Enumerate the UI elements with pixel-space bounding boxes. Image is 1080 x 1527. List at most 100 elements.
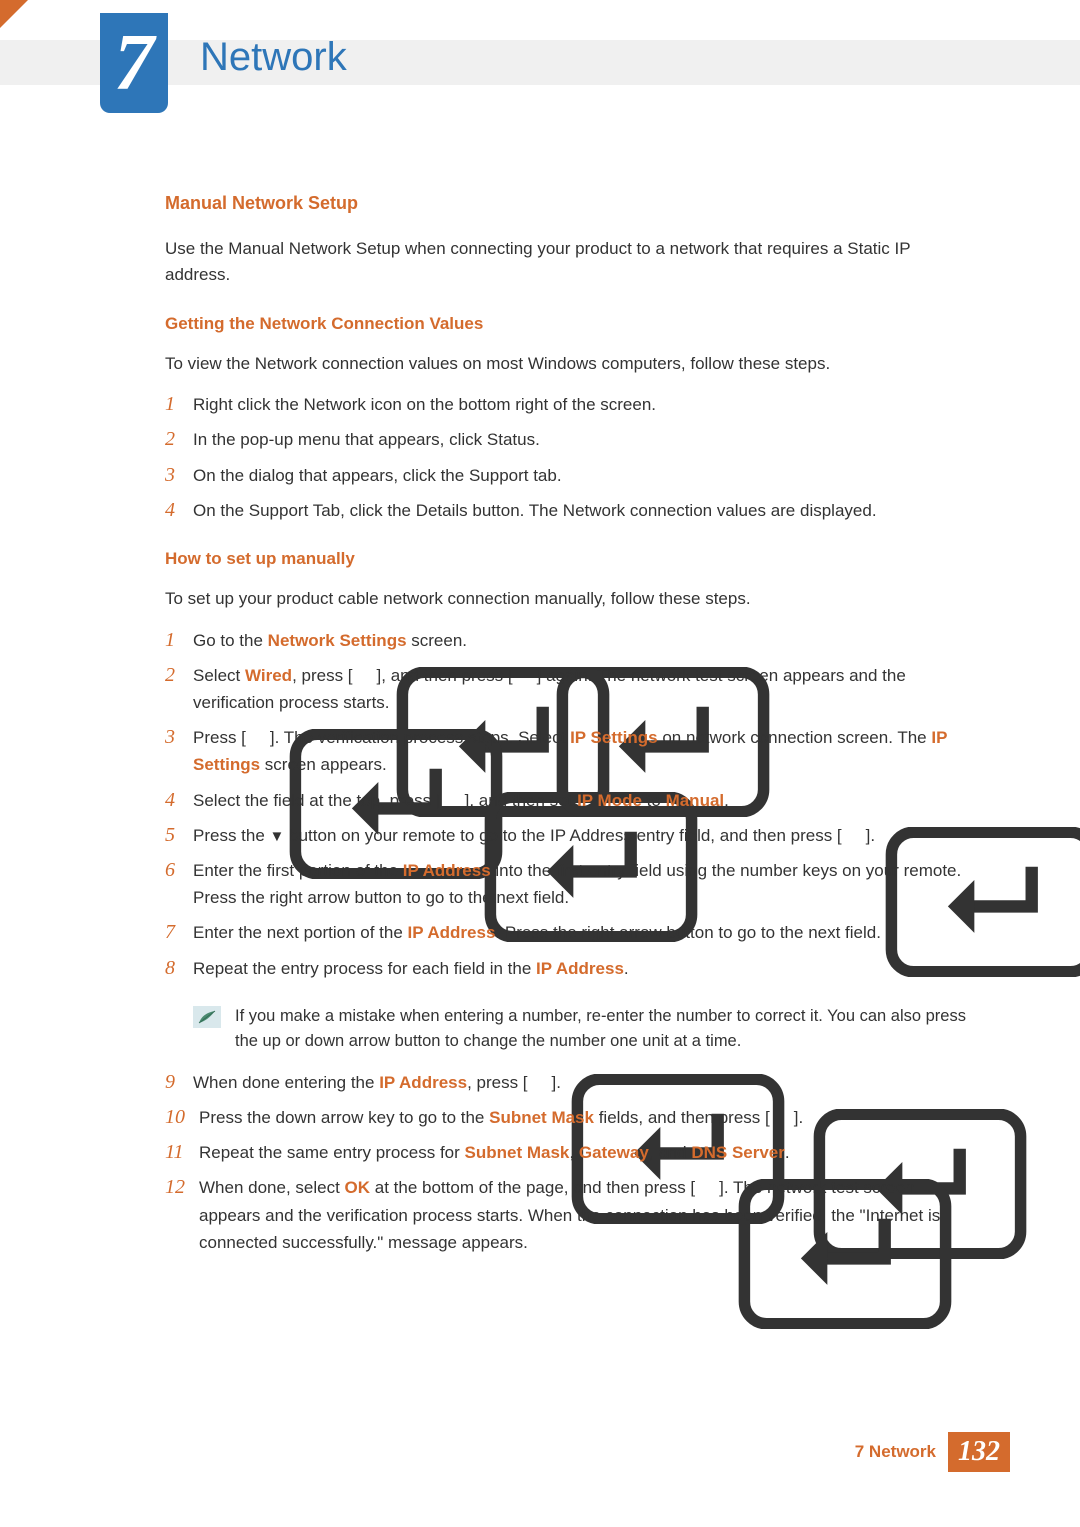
step-text: Press the down arrow key to go to the Su… <box>199 1104 975 1131</box>
t: screen appears. <box>260 755 387 774</box>
enter-icon <box>770 1109 794 1126</box>
step-item: 7 Enter the next portion of the IP Addre… <box>165 919 975 946</box>
step-item: 5 Press the ▼ button on your remote to g… <box>165 822 975 849</box>
step-text: Select the field at the top, press [ ], a… <box>193 787 975 814</box>
step-text: Go to the Network Settings screen. <box>193 627 975 654</box>
step-number: 3 <box>165 462 193 488</box>
subsection-intro: To view the Network connection values on… <box>165 351 975 377</box>
step-item: 3 On the dialog that appears, click the … <box>165 462 975 489</box>
step-number: 6 <box>165 857 193 883</box>
step-text: When done, select OK at the bottom of th… <box>199 1174 975 1256</box>
section-heading: Manual Network Setup <box>165 190 975 218</box>
step-item: 1 Right click the Network icon on the bo… <box>165 391 975 418</box>
step-number: 7 <box>165 919 193 945</box>
step-item: 1 Go to the Network Settings screen. <box>165 627 975 654</box>
highlight: IP Address <box>536 959 624 978</box>
corner-decoration <box>0 0 28 28</box>
t: . <box>785 1143 790 1162</box>
down-arrow-symbol: ▼ <box>270 828 285 845</box>
step-text: Press the ▼ button on your remote to go … <box>193 822 975 849</box>
note-text: If you make a mistake when entering a nu… <box>235 1004 975 1055</box>
enter-icon <box>842 827 866 844</box>
t: ]. The verification process stops. Selec… <box>270 728 570 747</box>
t: , and <box>649 1143 692 1162</box>
t: , <box>569 1143 578 1162</box>
highlight: IP Address <box>379 1073 467 1092</box>
step-number: 1 <box>165 627 193 653</box>
footer-chapter-label: 7 Network <box>855 1442 936 1462</box>
highlight: Wired <box>245 666 292 685</box>
subsection-intro: To set up your product cable network con… <box>165 586 975 612</box>
enter-icon <box>441 792 465 809</box>
steps-list: 1 Go to the Network Settings screen. 2 S… <box>165 627 975 982</box>
footer-page-number: 132 <box>948 1432 1010 1472</box>
t: , press [ <box>467 1073 527 1092</box>
chapter-title: Network <box>200 35 347 80</box>
t: When done, select <box>199 1178 345 1197</box>
t: . Press the right arrow button to go to … <box>495 923 881 942</box>
step-number: 11 <box>165 1139 199 1165</box>
step-text: Enter the next portion of the IP Address… <box>193 919 975 946</box>
t: ], and then set <box>465 791 577 810</box>
step-number: 2 <box>165 662 193 688</box>
step-text: Select Wired, press [ ], and then press [… <box>193 662 975 716</box>
step-text: On the dialog that appears, click the Su… <box>193 462 975 489</box>
highlight: IP Settings <box>570 728 658 747</box>
step-text: Press [ ]. The verification process stops… <box>193 724 975 778</box>
highlight: DNS Server <box>691 1143 785 1162</box>
step-item: 11 Repeat the same entry process for Sub… <box>165 1139 975 1166</box>
t: ]. <box>866 826 875 845</box>
highlight: Subnet Mask <box>465 1143 570 1162</box>
highlight: Gateway <box>579 1143 649 1162</box>
step-text: Right click the Network icon on the bott… <box>193 391 975 418</box>
step-number: 3 <box>165 724 193 750</box>
step-text: In the pop-up menu that appears, click S… <box>193 426 975 453</box>
t: , press [ <box>292 666 352 685</box>
step-item: 4 Select the field at the top, press [],… <box>165 787 975 814</box>
subsection-heading: Getting the Network Connection Values <box>165 311 975 337</box>
enter-icon <box>246 729 270 746</box>
enter-icon <box>513 667 537 684</box>
content-area: Manual Network Setup Use the Manual Netw… <box>165 190 975 1278</box>
t: Press [ <box>193 728 246 747</box>
t: Repeat the same entry process for <box>199 1143 465 1162</box>
t: on network connection screen. The <box>658 728 932 747</box>
highlight: IP Mode <box>577 791 642 810</box>
step-number: 5 <box>165 822 193 848</box>
highlight: Network Settings <box>268 631 407 650</box>
step-item: 2 In the pop-up menu that appears, click… <box>165 426 975 453</box>
t: Enter the first portion of the <box>193 861 403 880</box>
t: fields, and then press [ <box>594 1108 770 1127</box>
t: ]. <box>794 1108 803 1127</box>
t: ]. <box>552 1073 561 1092</box>
t: to <box>642 791 666 810</box>
step-number: 1 <box>165 391 193 417</box>
step-item: 3 Press [ ]. The verification process sto… <box>165 724 975 778</box>
t: button on your remote to go to the IP Ad… <box>284 826 841 845</box>
step-item: 4 On the Support Tab, click the Details … <box>165 497 975 524</box>
t: Enter the next portion of the <box>193 923 408 942</box>
subsection-heading: How to set up manually <box>165 546 975 572</box>
step-text: When done entering the IP Address, press… <box>193 1069 975 1096</box>
highlight: IP Address <box>403 861 491 880</box>
step-text: On the Support Tab, click the Details bu… <box>193 497 975 524</box>
t: Select <box>193 666 245 685</box>
t: Press the <box>193 826 270 845</box>
note-block: If you make a mistake when entering a nu… <box>193 1004 975 1055</box>
t: Press the down arrow key to go to the <box>199 1108 489 1127</box>
step-item: 6 Enter the first portion of the IP Addr… <box>165 857 975 911</box>
step-item: 8 Repeat the entry process for each fiel… <box>165 955 975 982</box>
step-number: 9 <box>165 1069 193 1095</box>
t: ], and then press [ <box>377 666 513 685</box>
step-item: 2 Select Wired, press [ ], and then press… <box>165 662 975 716</box>
page-footer: 7 Network 132 <box>855 1432 1010 1472</box>
note-icon <box>193 1006 221 1028</box>
page: 7 Network Manual Network Setup Use the M… <box>0 0 1080 1527</box>
enter-icon <box>528 1074 552 1091</box>
step-number: 2 <box>165 426 193 452</box>
section-intro: Use the Manual Network Setup when connec… <box>165 236 975 289</box>
chapter-number-tab: 7 <box>100 13 168 113</box>
t: Select the field at the top, press [ <box>193 791 441 810</box>
t: at the bottom of the page, and then pres… <box>370 1178 695 1197</box>
step-number: 8 <box>165 955 193 981</box>
